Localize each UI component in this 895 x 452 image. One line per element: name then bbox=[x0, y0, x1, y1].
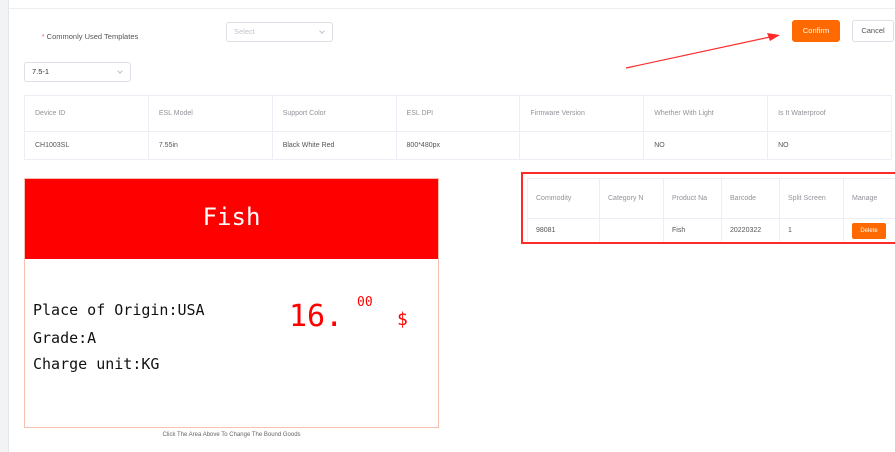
goods-col-header: Product Na bbox=[663, 178, 722, 219]
template-label: * Commonly Used Templates bbox=[40, 26, 140, 48]
cancel-button[interactable]: Cancel bbox=[852, 20, 894, 42]
left-rail bbox=[0, 0, 9, 452]
goods-col-header: Split Screen bbox=[779, 178, 844, 219]
template-select-placeholder: Select bbox=[234, 27, 255, 36]
top-divider bbox=[9, 8, 895, 9]
goods-cell: 1 bbox=[779, 218, 844, 242]
esl-line-unit: Charge unit:KG bbox=[33, 355, 160, 373]
device-table: Device ID ESL Model Support Color ESL DP… bbox=[24, 95, 892, 160]
esl-price-integer: 16. bbox=[289, 299, 344, 334]
goods-cell: Fish bbox=[663, 218, 722, 242]
device-col-header: Device ID bbox=[24, 95, 149, 132]
goods-col-header: Commodity bbox=[527, 178, 600, 219]
esl-price-decimal: 00 bbox=[357, 295, 373, 310]
goods-col-header: Manage bbox=[843, 178, 895, 219]
device-cell: NO bbox=[767, 131, 892, 160]
device-cell: 800*480px bbox=[395, 131, 521, 160]
goods-table: Commodity Category N Product Na Barcode … bbox=[527, 178, 895, 242]
device-col-header: ESL DPI bbox=[395, 95, 521, 132]
device-col-header: Firmware Version bbox=[519, 95, 645, 132]
arrow-head bbox=[767, 33, 780, 41]
goods-table-header-row: Commodity Category N Product Na Barcode … bbox=[527, 178, 895, 219]
esl-preview-area[interactable]: Fish Place of Origin:USA Grade:A Charge … bbox=[24, 178, 439, 428]
device-cell: CH1003SL bbox=[24, 131, 149, 160]
device-col-header: Support Color bbox=[271, 95, 397, 132]
device-table-header-row: Device ID ESL Model Support Color ESL DP… bbox=[24, 95, 892, 132]
device-cell: Black White Red bbox=[271, 131, 397, 160]
required-mark: * bbox=[41, 32, 45, 41]
esl-title: Fish bbox=[202, 203, 261, 231]
template-select[interactable]: Select bbox=[226, 22, 333, 42]
chevron-down-icon bbox=[117, 68, 123, 74]
template-label-text: Commonly Used Templates bbox=[46, 32, 139, 41]
chevron-down-icon bbox=[319, 28, 325, 34]
template-value: 7.5-1 bbox=[32, 67, 50, 76]
delete-button[interactable]: Delete bbox=[852, 222, 886, 239]
table-row: CH1003SL 7.55in Black White Red 800*480p… bbox=[24, 131, 892, 160]
hint-text: Click The Area Above To Change The Bound… bbox=[162, 432, 301, 438]
goods-cell: 98081 bbox=[527, 218, 600, 242]
device-cell: 7.55in bbox=[147, 131, 273, 160]
confirm-button[interactable]: Confirm bbox=[792, 20, 840, 42]
arrow-shaft bbox=[625, 36, 771, 69]
goods-table-highlight: Commodity Category N Product Na Barcode … bbox=[521, 172, 895, 244]
goods-cell bbox=[599, 218, 664, 242]
device-cell: NO bbox=[643, 131, 769, 160]
device-col-header: Is It Waterproof bbox=[767, 95, 892, 132]
device-cell bbox=[519, 131, 645, 160]
device-col-header: Whether With Light bbox=[643, 95, 769, 132]
table-row: 98081 Fish 20220322 1 Delete bbox=[527, 218, 895, 242]
goods-manage-cell: Delete bbox=[843, 218, 895, 242]
template-value-select[interactable]: 7.5-1 bbox=[24, 62, 131, 82]
esl-line-grade: Grade:A bbox=[33, 329, 97, 347]
goods-col-header: Barcode bbox=[721, 178, 780, 219]
goods-cell: 20220322 bbox=[721, 218, 780, 242]
goods-col-header: Category N bbox=[599, 178, 664, 219]
esl-currency: $ bbox=[397, 309, 408, 330]
esl-line-origin: Place of Origin:USA bbox=[33, 301, 205, 319]
annotation-arrow bbox=[625, 33, 780, 69]
device-col-header: ESL Model bbox=[147, 95, 273, 132]
